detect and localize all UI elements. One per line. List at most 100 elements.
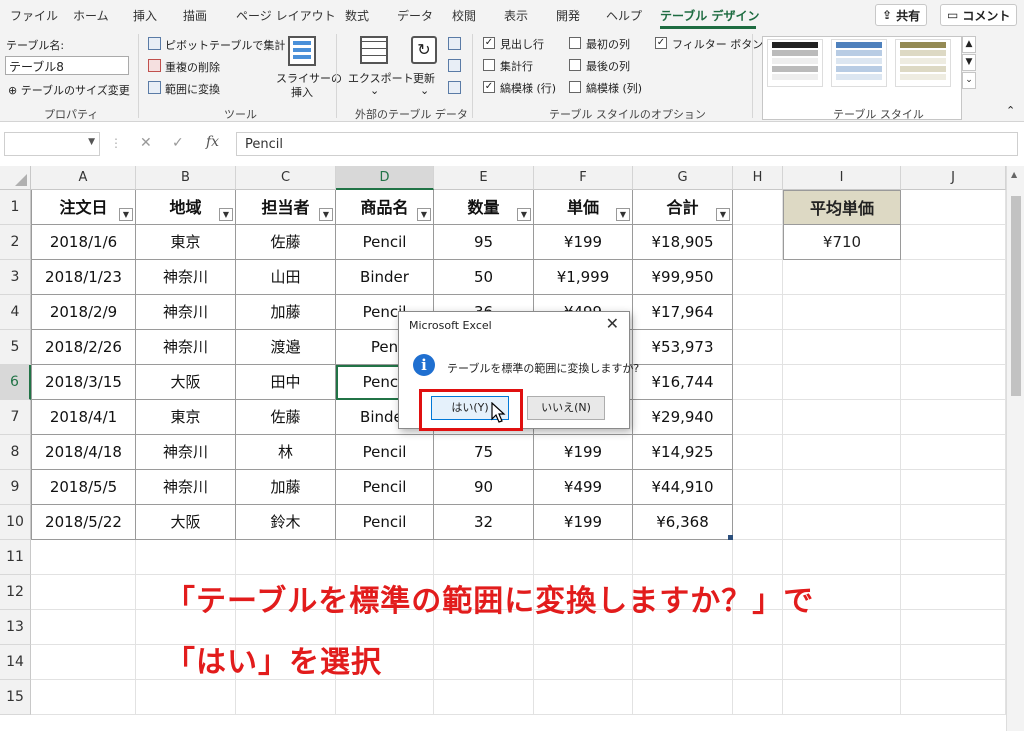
collapse-ribbon-icon[interactable]: ⌃ <box>1006 104 1015 117</box>
cell[interactable] <box>31 645 136 680</box>
cell[interactable] <box>901 680 1006 715</box>
row-header-14[interactable]: 14 <box>0 645 31 680</box>
cell[interactable] <box>534 540 633 575</box>
cell[interactable] <box>733 540 783 575</box>
table-cell[interactable]: ¥53,973 <box>633 330 733 365</box>
table-cell[interactable]: 田中 <box>236 365 336 400</box>
cell[interactable] <box>901 365 1006 400</box>
select-all-corner[interactable] <box>0 166 31 190</box>
cell[interactable] <box>136 540 236 575</box>
no-button[interactable]: いいえ(N) <box>527 396 605 420</box>
table-header-cell[interactable]: 商品名 ▼ <box>336 190 434 225</box>
table-cell[interactable]: 佐藤 <box>236 400 336 435</box>
cell[interactable] <box>901 645 1006 680</box>
table-cell[interactable]: 神奈川 <box>136 435 236 470</box>
cell[interactable] <box>783 505 901 540</box>
cell[interactable] <box>434 680 534 715</box>
table-cell[interactable]: 95 <box>434 225 534 260</box>
cell[interactable] <box>783 260 901 295</box>
row-header-2[interactable]: 2 <box>0 225 31 260</box>
column-header-d[interactable]: D <box>336 166 434 190</box>
scroll-up-icon[interactable]: ▲ <box>1011 170 1017 179</box>
table-cell[interactable]: 神奈川 <box>136 260 236 295</box>
tab-formulas[interactable]: 数式 <box>345 7 369 24</box>
table-cell[interactable]: ¥16,744 <box>633 365 733 400</box>
table-cell[interactable]: Binder <box>336 260 434 295</box>
slicer-label-2[interactable]: 挿入 <box>291 84 313 100</box>
resize-table-button[interactable]: ⊕ テーブルのサイズ変更 <box>8 82 130 98</box>
cell[interactable] <box>783 400 901 435</box>
export-button[interactable]: エクスポート <box>348 70 414 86</box>
filter-button-checkbox[interactable]: ✓ <box>655 37 667 49</box>
column-header-a[interactable]: A <box>31 166 136 190</box>
cell[interactable] <box>901 505 1006 540</box>
table-cell[interactable]: ¥199 <box>534 225 633 260</box>
table-cell[interactable]: 大阪 <box>136 365 236 400</box>
refresh-chevron-icon[interactable]: ⌄ <box>420 84 429 97</box>
cell[interactable] <box>901 435 1006 470</box>
table-style-swatch-tan[interactable] <box>895 39 951 87</box>
column-header-g[interactable]: G <box>633 166 733 190</box>
column-header-i[interactable]: I <box>783 166 901 190</box>
row-header-11[interactable]: 11 <box>0 540 31 575</box>
cell[interactable] <box>901 295 1006 330</box>
table-cell[interactable]: 2018/3/15 <box>31 365 136 400</box>
table-cell[interactable]: ¥199 <box>534 435 633 470</box>
cell[interactable] <box>901 190 1006 225</box>
cell[interactable] <box>783 540 901 575</box>
cell[interactable] <box>783 295 901 330</box>
filter-dropdown-icon[interactable]: ▼ <box>417 208 431 221</box>
table-header-cell[interactable]: 注文日 ▼ <box>31 190 136 225</box>
row-header-9[interactable]: 9 <box>0 470 31 505</box>
table-header-cell[interactable]: 地域 ▼ <box>136 190 236 225</box>
cell[interactable] <box>733 190 783 225</box>
filter-dropdown-icon[interactable]: ▼ <box>517 208 531 221</box>
comment-button[interactable]: ▭ コメント <box>940 4 1018 26</box>
table-cell[interactable]: ¥6,368 <box>633 505 733 540</box>
cell[interactable] <box>733 225 783 260</box>
row-header-13[interactable]: 13 <box>0 610 31 645</box>
cell[interactable] <box>136 680 236 715</box>
table-cell[interactable]: 神奈川 <box>136 295 236 330</box>
cell[interactable] <box>733 435 783 470</box>
table-cell[interactable]: 渡邉 <box>236 330 336 365</box>
vertical-scrollbar[interactable]: ▲ <box>1006 166 1024 731</box>
cell[interactable] <box>31 610 136 645</box>
cell[interactable] <box>733 295 783 330</box>
cell[interactable] <box>434 540 534 575</box>
table-cell[interactable]: ¥29,940 <box>633 400 733 435</box>
tab-help[interactable]: ヘルプ <box>606 7 642 24</box>
table-cell[interactable]: 2018/1/6 <box>31 225 136 260</box>
cell[interactable] <box>733 505 783 540</box>
filter-dropdown-icon[interactable]: ▼ <box>119 208 133 221</box>
cell[interactable] <box>901 540 1006 575</box>
cell[interactable] <box>336 540 434 575</box>
column-header-e[interactable]: E <box>434 166 534 190</box>
scrollbar-thumb[interactable] <box>1011 196 1021 396</box>
properties-icon[interactable] <box>448 37 461 50</box>
cell[interactable] <box>783 470 901 505</box>
filter-dropdown-icon[interactable]: ▼ <box>616 208 630 221</box>
pivot-button[interactable]: ピボットテーブルで集計 <box>165 37 285 53</box>
table-cell[interactable]: 鈴木 <box>236 505 336 540</box>
cell[interactable] <box>901 470 1006 505</box>
table-cell[interactable]: 2018/5/22 <box>31 505 136 540</box>
average-price-value[interactable]: ¥710 <box>783 225 901 260</box>
cell[interactable] <box>783 435 901 470</box>
row-header-10[interactable]: 10 <box>0 505 31 540</box>
column-header-h[interactable]: H <box>733 166 783 190</box>
table-cell[interactable]: 2018/2/26 <box>31 330 136 365</box>
column-header-f[interactable]: F <box>534 166 633 190</box>
row-header-8[interactable]: 8 <box>0 435 31 470</box>
tab-file[interactable]: ファイル <box>10 7 58 24</box>
table-cell[interactable]: 2018/5/5 <box>31 470 136 505</box>
table-cell[interactable]: Pencil <box>336 505 434 540</box>
cell[interactable] <box>783 365 901 400</box>
table-cell[interactable]: 50 <box>434 260 534 295</box>
table-cell[interactable]: 32 <box>434 505 534 540</box>
table-cell[interactable]: ¥499 <box>534 470 633 505</box>
row-header-12[interactable]: 12 <box>0 575 31 610</box>
first-column-checkbox[interactable] <box>569 37 581 49</box>
tab-home[interactable]: ホーム <box>73 7 109 24</box>
tab-data[interactable]: データ <box>397 7 433 24</box>
